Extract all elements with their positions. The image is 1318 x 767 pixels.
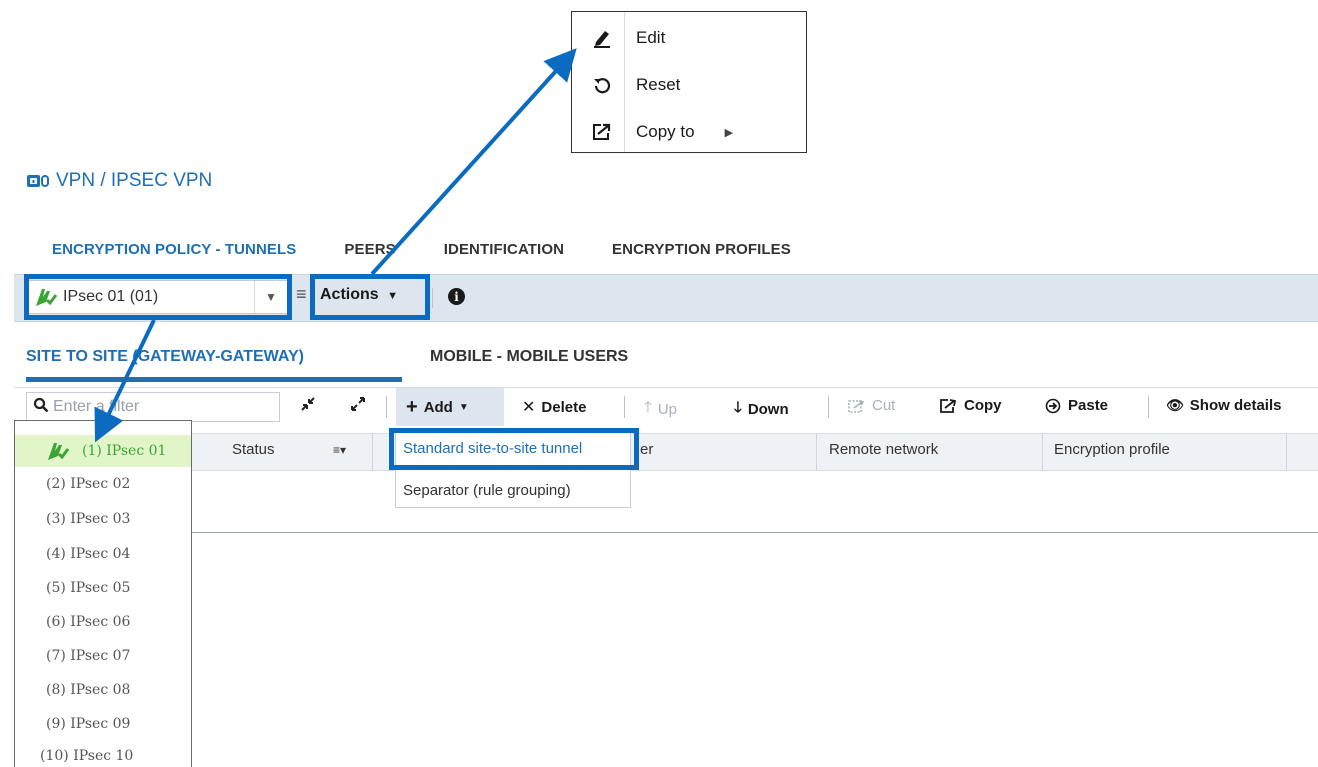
cut-label: Cut — [872, 397, 896, 414]
column-divider — [1286, 433, 1287, 471]
toolbar-divider — [624, 396, 625, 418]
menu-item-edit-label: Edit — [636, 28, 666, 47]
chevron-down-icon: ▼ — [458, 401, 469, 413]
policy-list-item[interactable]: (2) IPsec 02 — [46, 476, 130, 492]
column-divider — [816, 433, 817, 471]
policy-icon — [48, 443, 70, 460]
top-tabs: ENCRYPTION POLICY - TUNNELS PEERS IDENTI… — [52, 241, 839, 258]
toolbar-divider — [828, 396, 829, 418]
submenu-arrow-icon: ▶ — [724, 126, 734, 139]
policy-list-item[interactable]: (1) IPsec 01 — [82, 443, 166, 459]
filter-input[interactable]: Enter a filter — [26, 392, 280, 422]
column-remote-network[interactable]: Remote network — [829, 441, 938, 458]
expand-all-icon[interactable] — [350, 396, 366, 412]
search-icon — [33, 397, 49, 418]
collapse-all-icon[interactable] — [300, 396, 316, 412]
toolbar-divider — [386, 396, 387, 418]
toolbar-divider — [432, 288, 433, 308]
column-status[interactable]: Status — [232, 441, 275, 458]
column-encryption-profile[interactable]: Encryption profile — [1054, 441, 1170, 458]
tab-identification[interactable]: IDENTIFICATION — [444, 241, 564, 258]
tab-site-to-site[interactable]: SITE TO SITE (GATEWAY-GATEWAY) — [26, 348, 304, 366]
copy-to-icon — [593, 123, 611, 140]
delete-label: Delete — [541, 398, 587, 416]
down-button[interactable]: 🡓 Down — [734, 397, 789, 422]
page-title: VPN / IPSEC VPN — [26, 170, 212, 192]
add-button[interactable]: + Add ▼ — [406, 397, 469, 417]
filter-placeholder: Enter a filter — [53, 398, 140, 415]
cut-button[interactable]: Cut — [848, 397, 895, 414]
arrow-down-icon: 🡓 — [734, 399, 742, 416]
menu-item-reset-label: Reset — [636, 75, 681, 94]
policy-list-item[interactable]: (5) IPsec 05 — [46, 580, 130, 596]
show-details-button[interactable]: 👁 Show details — [1166, 397, 1281, 414]
policy-list-item[interactable]: (4) IPsec 04 — [46, 546, 130, 562]
show-details-label: Show details — [1189, 397, 1282, 414]
copy-label: Copy — [964, 397, 1002, 414]
highlight-standard-tunnel — [389, 428, 639, 470]
cut-icon — [848, 399, 865, 413]
policy-list-item[interactable]: (8) IPsec 08 — [46, 682, 130, 698]
eye-icon: 👁 — [1166, 397, 1184, 413]
delete-icon: ✕ — [522, 399, 536, 416]
down-label: Down — [747, 401, 789, 418]
vpn-icon — [27, 175, 49, 187]
sort-filter-icon[interactable]: ≡▾ — [333, 443, 346, 457]
grid-bottom-border — [14, 532, 1318, 533]
active-tab-indicator — [26, 377, 402, 382]
copy-button[interactable]: Copy — [940, 397, 1002, 414]
column-peer[interactable]: er — [640, 441, 653, 458]
menu-item-separator[interactable]: Separator (rule grouping) — [403, 482, 571, 499]
grid-toolbar-divider — [14, 387, 1318, 388]
add-label: Add — [423, 398, 453, 416]
menu-item-copy-to[interactable]: Copy to ▶ — [592, 122, 733, 142]
column-divider — [372, 433, 373, 471]
tab-peers[interactable]: PEERS — [344, 241, 395, 258]
menu-icon: ≡ — [296, 284, 307, 304]
menu-item-reset[interactable]: Reset — [592, 75, 680, 95]
tab-encryption-policy[interactable]: ENCRYPTION POLICY - TUNNELS — [52, 241, 296, 258]
policy-list-item[interactable]: (3) IPsec 03 — [46, 511, 130, 527]
pencil-icon — [594, 31, 610, 48]
arrow-up-icon: 🡑 — [644, 399, 652, 416]
page-title-text: VPN / IPSEC VPN — [56, 170, 213, 191]
info-icon[interactable]: i — [448, 288, 465, 305]
reset-icon — [594, 78, 611, 94]
plus-icon: + — [406, 396, 418, 418]
policy-list-item[interactable]: (7) IPsec 07 — [46, 648, 130, 664]
delete-button[interactable]: ✕ Delete — [522, 397, 586, 417]
policy-list-item[interactable]: (6) IPsec 06 — [46, 614, 130, 630]
highlight-actions-button — [310, 274, 430, 320]
policy-list-item[interactable]: (9) IPsec 09 — [46, 716, 130, 732]
paste-button[interactable]: Paste — [1044, 397, 1108, 414]
policy-list-item[interactable]: (10) IPsec 10 — [40, 748, 133, 764]
copy-icon — [940, 398, 957, 413]
menu-item-copy-to-label: Copy to — [636, 122, 695, 141]
up-label: Up — [657, 401, 677, 418]
highlight-policy-selector — [24, 274, 292, 320]
paste-icon — [1045, 398, 1061, 413]
column-divider — [1042, 433, 1043, 471]
tab-mobile-users[interactable]: MOBILE - MOBILE USERS — [430, 348, 628, 366]
toolbar-divider — [1148, 396, 1149, 418]
menu-item-edit[interactable]: Edit — [592, 28, 665, 48]
up-button[interactable]: 🡑 Up — [644, 397, 677, 422]
tab-encryption-profiles[interactable]: ENCRYPTION PROFILES — [612, 241, 791, 258]
paste-label: Paste — [1068, 397, 1109, 414]
